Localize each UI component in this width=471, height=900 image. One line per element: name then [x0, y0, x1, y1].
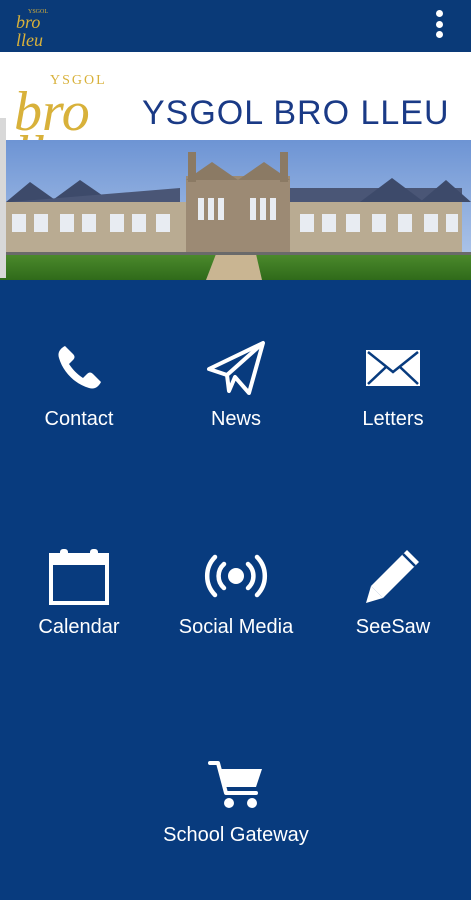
school-name: YSGOL BRO LLEU	[142, 94, 450, 132]
svg-text:lleu: lleu	[16, 30, 43, 48]
school-gateway-label: School Gateway	[163, 824, 309, 846]
school-building-photo	[0, 140, 471, 280]
social-media-tile[interactable]: Social Media	[158, 544, 314, 639]
school-gateway-tile[interactable]: School Gateway	[158, 752, 314, 847]
seesaw-label: SeeSaw	[355, 616, 431, 638]
social-media-label: Social Media	[178, 616, 294, 638]
contact-tile[interactable]: Contact	[1, 336, 157, 431]
phone-icon	[58, 346, 101, 389]
drawer-edge-handle[interactable]	[0, 118, 6, 278]
calendar-icon	[49, 549, 109, 605]
news-tile[interactable]: News	[158, 336, 314, 431]
news-label: News	[210, 408, 261, 430]
pencil-icon	[366, 550, 419, 603]
more-vert-icon[interactable]	[433, 8, 445, 40]
seesaw-tile[interactable]: SeeSaw	[315, 544, 471, 639]
calendar-tile[interactable]: Calendar	[1, 544, 157, 639]
letters-label: Letters	[362, 408, 424, 430]
letters-tile[interactable]: Letters	[315, 336, 471, 431]
app-bar: YSGOL bro lleu	[0, 0, 471, 52]
paper-plane-icon	[207, 341, 265, 395]
calendar-label: Calendar	[38, 616, 120, 638]
school-banner: YSGOL bro lleu YSGOL BRO LLEU	[0, 52, 471, 280]
contact-label: Contact	[44, 408, 114, 430]
svg-text:bro: bro	[16, 12, 40, 32]
cart-icon	[208, 761, 262, 808]
broadcast-icon	[204, 554, 268, 598]
school-logo-small: YSGOL bro lleu	[16, 9, 48, 48]
envelope-icon	[366, 350, 420, 386]
